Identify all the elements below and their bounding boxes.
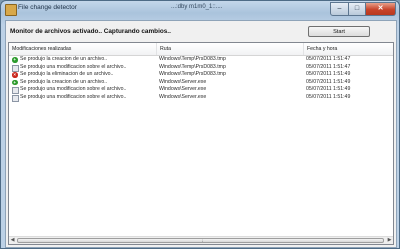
row-datetime: 05/07/2011 1:51:49 [306, 86, 351, 92]
row-datetime: 05/07/2011 1:51:49 [306, 78, 351, 85]
minimize-button[interactable]: – [330, 2, 349, 16]
horizontal-scrollbar[interactable]: ◀ ⁞ ▶ [9, 236, 393, 244]
row-message: Se produjo una modificacion sobre el arc… [20, 63, 127, 70]
list-item[interactable]: Se produjo una modificacion sobre el arc… [9, 86, 393, 94]
column-header-path[interactable]: Ruta [157, 43, 304, 55]
app-window: File change detector ...:dby m1m0_1::...… [0, 0, 400, 249]
scroll-left-icon[interactable]: ◀ [9, 237, 16, 244]
folder-app-icon [5, 4, 17, 16]
column-header-modifications[interactable]: Modificaciones realizadas [9, 43, 157, 55]
row-path: Windows\Temp\PrsD083.tmp [159, 56, 226, 62]
add-icon: + [12, 57, 18, 63]
scrollbar-thumb[interactable]: ⁞ [17, 238, 384, 243]
row-path: Windows\Server.exe [159, 78, 207, 85]
row-datetime: 05/07/2011 1:51:49 [306, 71, 351, 77]
list-item[interactable]: Se produjo una modificacion sobre el arc… [9, 64, 393, 72]
delete-icon: × [12, 72, 18, 78]
list-item[interactable]: + Se produjo la creacion de un archivo..… [9, 79, 393, 87]
row-message: Se produjo la creacion de un archivo.. [20, 78, 108, 85]
window-title-center: ...:dby m1m0_1::.... [171, 4, 223, 10]
changes-list[interactable]: Modificaciones realizadas Ruta Fecha y h… [8, 42, 394, 245]
window-title: File change detector [18, 4, 77, 11]
title-bar[interactable]: File change detector ...:dby m1m0_1::...… [1, 1, 399, 19]
column-header-datetime[interactable]: Fecha y hora [304, 43, 393, 55]
scroll-right-icon[interactable]: ▶ [386, 237, 393, 244]
row-message: Se produjo una modificacion sobre el arc… [20, 86, 127, 92]
row-datetime: 05/07/2011 1:51:49 [306, 93, 351, 100]
row-path: Windows\Temp\PrsD083.tmp [159, 71, 226, 77]
row-path: Windows\Server.exe [159, 86, 207, 92]
grip-icon: ⁞ [202, 238, 204, 243]
row-message: Se produjo la eliminacion de un archivo.… [20, 71, 114, 77]
close-button[interactable]: ✕ [366, 2, 396, 16]
list-item[interactable]: + Se produjo la creacion de un archivo..… [9, 56, 393, 64]
row-datetime: 05/07/2011 1:51:47 [306, 56, 351, 62]
status-text: Monitor de archivos activado.. Capturand… [10, 28, 171, 35]
modify-icon [12, 94, 19, 102]
window-controls: – □ ✕ [330, 2, 396, 16]
list-item[interactable]: Se produjo una modificacion sobre el arc… [9, 94, 393, 102]
start-button[interactable]: Start [308, 26, 370, 37]
row-message: Se produjo una modificacion sobre el arc… [20, 93, 127, 100]
client-area: Monitor de archivos activado.. Capturand… [5, 20, 397, 248]
row-datetime: 05/07/2011 1:51:47 [306, 63, 351, 70]
add-icon: + [12, 79, 18, 85]
row-message: Se produjo la creacion de un archivo.. [20, 56, 108, 62]
list-item[interactable]: × Se produjo la eliminacion de un archiv… [9, 71, 393, 79]
row-path: Windows\Temp\PrsD083.tmp [159, 63, 226, 70]
row-path: Windows\Server.exe [159, 93, 207, 100]
maximize-button[interactable]: □ [349, 2, 366, 16]
list-header: Modificaciones realizadas Ruta Fecha y h… [9, 43, 393, 56]
